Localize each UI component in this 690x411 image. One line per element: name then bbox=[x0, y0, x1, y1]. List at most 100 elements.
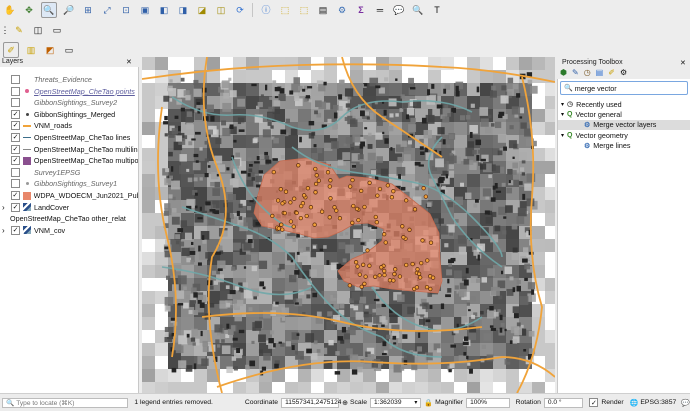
crs-globe-icon[interactable]: 🌐 bbox=[630, 399, 639, 407]
chevron-down-icon[interactable]: ▾ bbox=[561, 111, 564, 118]
layer-row[interactable]: OpenStreetMap_CheTao multipol bbox=[0, 155, 138, 166]
landcover-cell bbox=[444, 104, 449, 109]
layer-visibility-checkbox[interactable] bbox=[11, 75, 20, 84]
zoom-last-icon[interactable]: ◧ bbox=[157, 3, 171, 17]
layer-row[interactable]: GibbonSightings_Survey2 bbox=[0, 97, 138, 108]
map-tips-icon[interactable]: 💬 bbox=[392, 3, 406, 17]
landcover-cell bbox=[524, 263, 531, 270]
magnifier-field[interactable]: 100% bbox=[466, 397, 510, 408]
text-annotation-icon[interactable]: T bbox=[430, 3, 444, 17]
toolbox-tree-item[interactable]: ▾ Q Vector geometry bbox=[558, 130, 690, 140]
layer-row[interactable]: OpenStreetMap_CheTao multiline bbox=[0, 144, 138, 155]
zoom-selection-icon[interactable]: ⊡ bbox=[119, 3, 133, 17]
toolbox-close-icon[interactable]: ✕ bbox=[680, 59, 686, 67]
refresh-icon[interactable]: ⟳ bbox=[233, 3, 247, 17]
identify-icon[interactable]: ⓘ bbox=[259, 3, 273, 17]
project-layers-icon[interactable]: ◫ bbox=[31, 23, 45, 37]
options-icon[interactable]: ⚙ bbox=[620, 68, 627, 77]
style-icon[interactable]: ◩ bbox=[43, 43, 57, 57]
layer-visibility-checkbox[interactable] bbox=[11, 109, 20, 119]
search-annotation-icon[interactable]: 🔍 bbox=[411, 3, 425, 17]
layer-visibility-checkbox[interactable] bbox=[11, 225, 20, 235]
landcover-cell bbox=[311, 382, 324, 393]
layer-row[interactable]: VNM_roads bbox=[0, 120, 138, 131]
close-icon[interactable]: ✕ bbox=[126, 58, 132, 66]
layer-row[interactable]: › LandCover bbox=[0, 202, 138, 213]
history-icon[interactable]: ◷ bbox=[584, 68, 591, 77]
select-features-icon[interactable]: ⬚ bbox=[278, 3, 292, 17]
layer-visibility-checkbox[interactable] bbox=[11, 156, 20, 166]
layer-row[interactable]: OpenStreetMap_CheTao other_relat bbox=[0, 213, 138, 224]
open-attribute-table-icon[interactable]: ▤ bbox=[316, 3, 330, 17]
layer-visibility-checkbox[interactable] bbox=[11, 202, 20, 212]
layer-visibility-checkbox[interactable] bbox=[11, 179, 20, 189]
expand-icon[interactable]: › bbox=[2, 226, 5, 235]
locate-search-field[interactable]: 🔍 Type to locate (⌘K) bbox=[2, 397, 129, 408]
landcover-cell bbox=[244, 254, 252, 262]
show-bookmarks-icon[interactable]: ◫ bbox=[214, 3, 228, 17]
lock-icon[interactable]: 🔒 bbox=[424, 399, 433, 407]
crs-label[interactable]: EPSG:3857 bbox=[640, 399, 676, 406]
deselect-icon[interactable]: ⬚ bbox=[297, 3, 311, 17]
layer-row[interactable]: OpenStreetMap_CheTao points bbox=[0, 86, 138, 97]
layer-visibility-checkbox[interactable] bbox=[11, 86, 20, 96]
zoom-in-icon[interactable]: 🔍 bbox=[41, 2, 57, 18]
layer-visibility-checkbox[interactable] bbox=[11, 98, 20, 108]
zoom-full-icon[interactable]: ⤢ bbox=[100, 3, 114, 17]
rotation-field[interactable]: 0.0 ° bbox=[543, 397, 584, 408]
layer-visibility-checkbox[interactable] bbox=[11, 144, 20, 154]
render-checkbox[interactable]: ✓ bbox=[589, 398, 599, 407]
map-canvas[interactable] bbox=[142, 57, 555, 393]
landcover-cell bbox=[480, 135, 493, 148]
coordinate-field[interactable]: 11557341,2475124 bbox=[281, 397, 341, 408]
layer-visibility-checkbox[interactable] bbox=[11, 133, 20, 142]
toolbox-tree-item[interactable]: ⚙ Merge lines bbox=[558, 141, 690, 151]
landcover-cell bbox=[324, 265, 331, 272]
layer-row[interactable]: WDPA_WDOECM_Jun2021_Publi bbox=[0, 190, 138, 201]
layer-row[interactable]: GibbonSightings_Survey1 bbox=[0, 178, 138, 189]
layer-row[interactable]: › VNM_cov bbox=[0, 225, 138, 236]
editing-pencil-icon[interactable]: ✐ bbox=[3, 42, 19, 58]
landcover-cell bbox=[179, 154, 187, 162]
statistics-sum-icon[interactable]: Σ bbox=[354, 3, 368, 17]
edit-features-icon[interactable]: ✐ bbox=[608, 68, 615, 77]
zoom-layer-icon[interactable]: ▣ bbox=[138, 3, 152, 17]
scripts-icon[interactable]: ✎ bbox=[572, 68, 579, 77]
layer-row[interactable]: Threats_Evidence bbox=[0, 74, 138, 85]
chevron-down-icon[interactable]: ▾ bbox=[561, 101, 564, 108]
zoom-out-icon[interactable]: 🔎 bbox=[62, 3, 76, 17]
layer-row[interactable]: Survey1EPSG bbox=[0, 167, 138, 178]
pan-to-selection-icon[interactable]: ✥ bbox=[22, 3, 36, 17]
layer-visibility-checkbox[interactable] bbox=[11, 121, 20, 131]
forest-patch bbox=[508, 180, 511, 184]
expand-icon[interactable]: › bbox=[2, 203, 5, 212]
layout-icon[interactable]: ▭ bbox=[62, 43, 76, 57]
toolbox-search-input[interactable]: merge vector bbox=[575, 84, 617, 93]
pan-hand-icon[interactable]: ✋ bbox=[3, 3, 17, 17]
locate-input[interactable]: Type to locate (⌘K) bbox=[16, 399, 74, 407]
forest-patch bbox=[429, 305, 433, 309]
layer-row[interactable]: GibbonSightings_Merged bbox=[0, 109, 138, 120]
digitize-icon[interactable]: ✎ bbox=[12, 23, 26, 37]
results-icon[interactable]: ▤ bbox=[596, 68, 604, 77]
toolbox-tree-item[interactable]: ⚙ Merge vector layers bbox=[558, 119, 690, 130]
toolbox-tree-item[interactable]: ▾ ◷ Recently used bbox=[558, 99, 690, 109]
zoom-native-icon[interactable]: ⊞ bbox=[81, 3, 95, 17]
toolbox-gear-icon[interactable]: ⚙ bbox=[335, 3, 349, 17]
chevron-down-icon[interactable]: ▾ bbox=[561, 132, 564, 139]
new-bookmark-icon[interactable]: ◪ bbox=[195, 3, 209, 17]
layer-stack-icon[interactable]: ▥ bbox=[24, 43, 38, 57]
toolbox-tree-item[interactable]: ▾ Q Vector general bbox=[558, 109, 690, 119]
layer-name: VNM_cov bbox=[34, 225, 66, 235]
measure-icon[interactable]: ═ bbox=[373, 3, 387, 17]
form-icon[interactable]: ▭ bbox=[50, 23, 64, 37]
forest-patch bbox=[450, 344, 457, 348]
toolbox-search[interactable]: 🔍 merge vector bbox=[560, 81, 688, 95]
zoom-next-icon[interactable]: ◨ bbox=[176, 3, 190, 17]
models-icon[interactable]: ⬢ bbox=[560, 68, 567, 77]
messages-icon[interactable]: 💬 bbox=[681, 399, 690, 407]
scale-combo[interactable]: 1:362039 ▾ bbox=[369, 397, 422, 408]
layer-visibility-checkbox[interactable] bbox=[11, 191, 20, 200]
layer-visibility-checkbox[interactable] bbox=[11, 167, 20, 177]
layer-row[interactable]: OpenStreetMap_CheTao lines bbox=[0, 132, 138, 143]
